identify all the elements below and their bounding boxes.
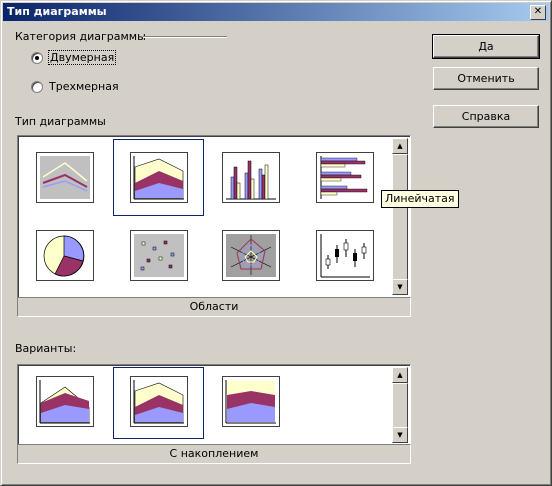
scroll-up-button[interactable]: ▲ <box>392 138 408 154</box>
bar-chart-icon[interactable] <box>222 152 280 203</box>
variants-scroll-down-button[interactable]: ▼ <box>392 427 408 443</box>
chart-type-label: Тип диаграммы <box>15 115 106 128</box>
stock-chart-icon[interactable] <box>316 230 374 281</box>
window-title: Тип диаграммы <box>7 5 107 18</box>
cancel-button[interactable]: Отменить <box>433 67 539 90</box>
radio-3d-label[interactable]: Трехмерная <box>49 80 119 93</box>
radio-2d[interactable] <box>31 52 43 64</box>
net-chart-icon[interactable] <box>222 230 280 281</box>
scroll-down-button[interactable]: ▼ <box>392 279 408 295</box>
chart-type-gallery: ▲ ▼ <box>17 135 411 298</box>
category-group-label: Категория диаграммы <box>15 30 146 43</box>
xy-scatter-chart-icon[interactable] <box>130 230 188 281</box>
chart-type-dialog: Тип диаграммы ✕ Категория диаграммы Двум… <box>0 0 552 486</box>
variants-scroll-up-button[interactable]: ▲ <box>392 367 408 383</box>
variant-name: С накоплением <box>17 444 411 464</box>
area-percent-stacked-icon[interactable] <box>222 376 280 427</box>
variants-scrollbar[interactable]: ▲ ▼ <box>392 367 408 443</box>
radio-2d-label[interactable]: Двумерная <box>48 50 117 65</box>
title-bar: Тип диаграммы ✕ <box>3 3 549 21</box>
pie-chart-icon[interactable] <box>36 230 94 281</box>
ok-button[interactable]: Да <box>432 34 540 59</box>
chart-type-name: Области <box>17 297 411 317</box>
help-button[interactable]: Справка <box>433 105 539 128</box>
horizontal-bar-chart-icon[interactable] <box>316 152 374 203</box>
area-chart-icon[interactable] <box>130 152 188 203</box>
variants-gallery: ▲ ▼ <box>17 364 411 446</box>
lines-chart-icon[interactable] <box>36 152 94 203</box>
area-normal-icon[interactable] <box>36 376 94 427</box>
chart-type-tooltip: Линейчатая <box>381 190 459 208</box>
area-stacked-icon[interactable] <box>130 376 188 427</box>
close-button[interactable]: ✕ <box>530 5 546 20</box>
variants-label: Варианты: <box>15 342 77 355</box>
variants-scroll-thumb[interactable] <box>392 383 408 429</box>
scroll-thumb[interactable] <box>392 154 408 280</box>
radio-3d[interactable] <box>31 81 43 93</box>
category-group-line <box>143 36 227 38</box>
chart-type-scrollbar[interactable]: ▲ ▼ <box>392 138 408 295</box>
